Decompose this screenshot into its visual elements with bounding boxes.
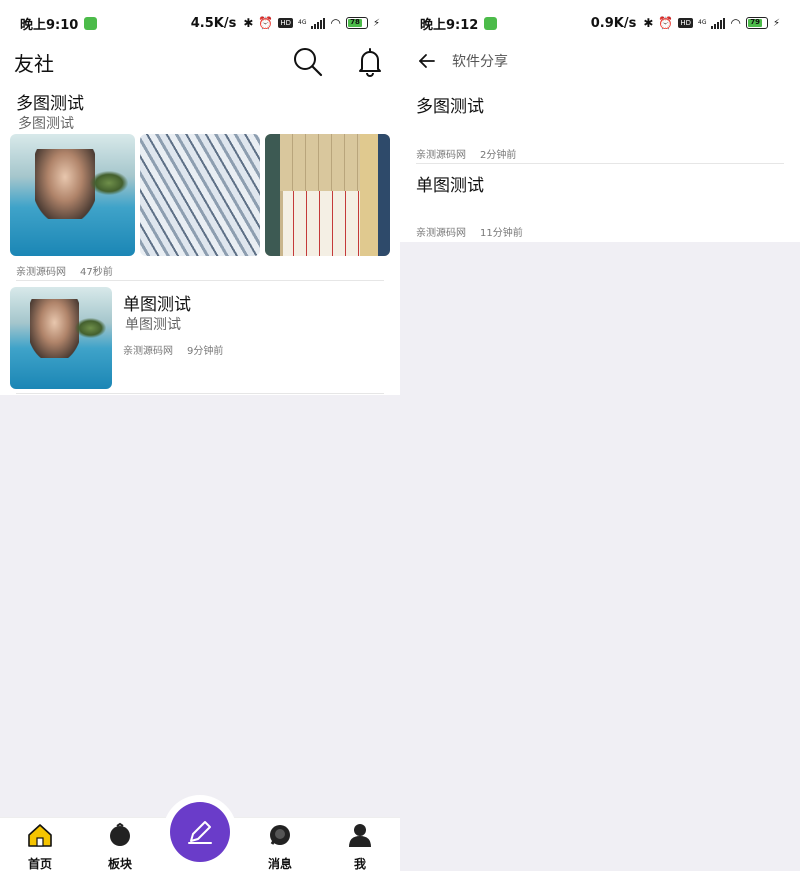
post-meta: 亲测源码网 2分钟前 — [416, 146, 516, 161]
page-title: 友社 — [14, 52, 54, 76]
status-bar: 晚上9:10 4.5K/s ✱ ⏰ HD 4G ◠ 78 ⚡ — [0, 0, 400, 46]
battery-icon: 79 — [745, 17, 768, 29]
network-speed: 4.5K/s — [190, 15, 237, 31]
post-time: 47秒前 — [80, 267, 113, 278]
status-bar: 晚上9:12 0.9K/s ✱ ⏰ HD 4G ◠ 79 ⚡ — [400, 0, 800, 46]
post-title: 单图测试 — [416, 176, 484, 196]
status-time: 晚上9:10 — [20, 17, 79, 33]
left-screen: 晚上9:10 4.5K/s ✱ ⏰ HD 4G ◠ 78 ⚡ 友社 多图测试 多… — [0, 0, 400, 871]
nav-item-messages[interactable]: 消息 — [255, 822, 305, 871]
post-image[interactable] — [265, 134, 390, 256]
post-meta: 亲测源码网 9分钟前 — [123, 342, 223, 357]
nav-label-boards: 板块 — [107, 857, 132, 871]
battery-level: 79 — [747, 19, 763, 27]
battery-level: 78 — [347, 19, 362, 27]
bell-icon[interactable] — [354, 46, 386, 78]
post-meta: 亲测源码网 11分钟前 — [416, 224, 523, 239]
nav-item-home[interactable]: 首页 — [15, 822, 65, 871]
compose-button[interactable] — [170, 802, 230, 862]
hd-badge: HD — [278, 18, 294, 28]
post-author: 亲测源码网 — [416, 228, 466, 239]
nav-item-boards[interactable]: 板块 — [95, 822, 145, 871]
pencil-icon — [188, 821, 212, 844]
wifi-icon: ◠ — [330, 16, 341, 30]
bluetooth-icon: ✱ — [643, 16, 654, 30]
charging-icon: ⚡ — [372, 17, 380, 29]
status-indicators: 0.9K/s ✱ ⏰ HD 4G ◠ 79 ⚡ — [591, 16, 780, 31]
app-notification-icon — [484, 16, 498, 30]
alarm-icon: ⏰ — [658, 16, 674, 30]
status-indicators: 4.5K/s ✱ ⏰ HD 4G ◠ 78 ⚡ — [191, 16, 380, 31]
post-subtitle: 单图测试 — [125, 317, 181, 333]
post-author: 亲测源码网 — [123, 346, 173, 357]
post-feed: 多图测试 多图测试 亲测源码网 47秒前 单图测试 单图测试 亲测源码网 9分钟前 — [0, 88, 400, 395]
divider — [416, 163, 784, 164]
signal-icon — [311, 17, 326, 29]
user-icon — [349, 824, 371, 847]
post-author: 亲测源码网 — [416, 150, 466, 161]
compose-button-wrap — [163, 795, 237, 869]
post-time: 2分钟前 — [480, 150, 517, 161]
app-notification-icon — [84, 16, 98, 30]
home-icon — [28, 824, 52, 847]
right-screen: 晚上9:12 0.9K/s ✱ ⏰ HD 4G ◠ 79 ⚡ 软件分享 多图测试… — [400, 0, 800, 871]
post-image[interactable] — [10, 134, 135, 256]
network-speed: 0.9K/s — [590, 15, 637, 31]
battery-icon: 78 — [345, 17, 368, 29]
network-type: 4G — [698, 19, 707, 26]
post-image[interactable] — [10, 287, 112, 389]
network-type: 4G — [298, 19, 307, 26]
post-time: 11分钟前 — [480, 228, 523, 239]
board-post-list: 多图测试 亲测源码网 2分钟前 单图测试 亲测源码网 11分钟前 — [400, 76, 800, 242]
post-author: 亲测源码网 — [16, 267, 66, 278]
post-subtitle: 多图测试 — [18, 116, 74, 132]
alarm-icon: ⏰ — [258, 16, 274, 30]
post-meta: 亲测源码网 47秒前 — [16, 263, 113, 278]
wifi-icon: ◠ — [730, 16, 741, 30]
divider — [16, 280, 384, 281]
post-title: 多图测试 — [416, 97, 484, 117]
nav-label-messages: 消息 — [267, 857, 292, 871]
post-title: 多图测试 — [16, 94, 84, 114]
hd-badge: HD — [678, 18, 694, 28]
post-image[interactable] — [140, 134, 260, 256]
message-icon — [270, 825, 290, 845]
nav-label-home: 首页 — [27, 857, 52, 871]
post-time: 9分钟前 — [187, 346, 224, 357]
post-title: 单图测试 — [123, 295, 191, 315]
search-icon[interactable] — [292, 46, 324, 78]
nav-item-me[interactable]: 我 — [335, 822, 385, 871]
charging-icon: ⚡ — [772, 17, 780, 29]
status-time: 晚上9:12 — [420, 17, 479, 33]
nav-label-me: 我 — [353, 857, 366, 871]
board-header: 软件分享 — [400, 46, 800, 76]
signal-icon — [711, 17, 726, 29]
back-arrow-icon[interactable] — [418, 52, 436, 70]
board-title: 软件分享 — [452, 54, 508, 70]
bluetooth-icon: ✱ — [243, 16, 254, 30]
divider — [16, 393, 384, 394]
boards-icon — [110, 822, 130, 846]
app-header: 友社 — [0, 46, 400, 88]
